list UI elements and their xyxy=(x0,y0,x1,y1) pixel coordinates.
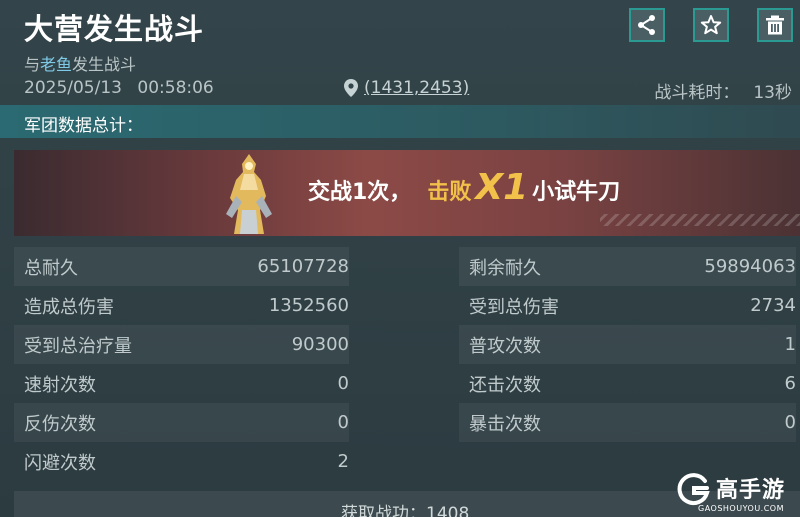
stat-label: 受到总治疗量 xyxy=(24,335,132,357)
battle-duration: 战斗耗时： 13秒 xyxy=(654,78,792,103)
stat-value: 6 xyxy=(784,373,796,394)
duration-label: 战斗耗时： xyxy=(654,83,740,103)
engagement-count: 交战1次， xyxy=(308,180,412,205)
site-watermark: 高手游 GAOSHOUYOU.COM xyxy=(676,470,800,517)
stat-label: 闪避次数 xyxy=(24,452,96,474)
stat-label: 还击次数 xyxy=(469,374,541,396)
stat-value: 65107728 xyxy=(257,256,349,277)
stat-value: 0 xyxy=(337,373,349,394)
section-header: 军团数据总计： xyxy=(0,105,800,138)
duration-value: 13秒 xyxy=(753,83,792,103)
location-coordinates-link[interactable]: (1431,2453) xyxy=(364,78,469,98)
watermark-domain: GAOSHOUYOU.COM xyxy=(698,504,785,513)
stat-value: 0 xyxy=(337,412,349,433)
battle-date: 2025/05/13 xyxy=(24,78,122,98)
stat-label: 普攻次数 xyxy=(469,335,541,357)
delete-button[interactable] xyxy=(757,8,793,42)
banner-stripes xyxy=(600,214,800,226)
stat-label: 反伤次数 xyxy=(24,413,96,435)
result-banner: 交战1次， 击败 X1 小试牛刀 xyxy=(14,150,800,236)
subtitle-prefix: 与 xyxy=(24,55,41,74)
stat-value: 2734 xyxy=(750,295,796,316)
rank-title: 小试牛刀 xyxy=(532,180,621,205)
stat-label: 速射次数 xyxy=(24,374,96,396)
battle-datetime: 2025/05/13 00:58:06 xyxy=(24,78,214,98)
stat-row: 受到总伤害 2734 xyxy=(459,286,796,325)
battle-report: 大营发生战斗 与老鱼发生战斗 2025/05/13 00:58:06 (1431… xyxy=(0,0,800,517)
battle-location[interactable]: (1431,2453) xyxy=(344,78,469,98)
battle-time: 00:58:06 xyxy=(137,78,214,98)
stat-row: 还击次数 6 xyxy=(459,364,796,403)
result-summary: 交战1次， 击败 X1 小试牛刀 xyxy=(308,167,621,208)
stat-label: 剩余耐久 xyxy=(469,257,541,279)
share-icon xyxy=(638,15,655,35)
stat-row: 普攻次数 1 xyxy=(459,325,796,364)
stat-row: 剩余耐久 59894063 xyxy=(459,247,796,286)
stat-label: 受到总伤害 xyxy=(469,296,559,318)
watermark-logo-icon xyxy=(677,473,710,506)
subtitle-suffix: 发生战斗 xyxy=(72,55,137,74)
stat-label: 造成总伤害 xyxy=(24,296,114,318)
share-button[interactable] xyxy=(629,8,665,42)
stat-label: 总耐久 xyxy=(24,257,78,279)
commander-portrait xyxy=(226,154,272,234)
stat-row: 速射次数 0 xyxy=(14,364,349,403)
stat-row: 造成总伤害 1352560 xyxy=(14,286,349,325)
location-pin-icon xyxy=(344,79,358,97)
star-icon xyxy=(700,15,722,35)
watermark-name: 高手游 xyxy=(716,478,786,503)
favorite-button[interactable] xyxy=(693,8,729,42)
stat-value: 90300 xyxy=(291,334,349,355)
stat-row: 受到总治疗量 90300 xyxy=(14,325,349,364)
stat-row: 总耐久 65107728 xyxy=(14,247,349,286)
stat-row: 反伤次数 0 xyxy=(14,403,349,442)
enemy-name-link[interactable]: 老鱼 xyxy=(40,55,72,74)
stat-value: 0 xyxy=(784,412,796,433)
merit-reward-text: 获取战功：1408 xyxy=(341,504,470,517)
section-title: 军团数据总计： xyxy=(24,116,143,136)
stat-value: 2 xyxy=(337,451,349,472)
page-title: 大营发生战斗 xyxy=(24,12,205,46)
stat-row: 闪避次数 2 xyxy=(14,442,349,481)
trash-icon xyxy=(766,15,784,35)
stat-value: 1352560 xyxy=(268,295,349,316)
defeat-label: 击败 xyxy=(427,180,472,205)
stat-row: 暴击次数 0 xyxy=(459,403,796,442)
battle-subtitle: 与老鱼发生战斗 xyxy=(24,51,136,75)
stat-value: 1 xyxy=(784,334,796,355)
stat-label: 暴击次数 xyxy=(469,413,541,435)
defeat-count: X1 xyxy=(475,167,529,208)
stat-value: 59894063 xyxy=(704,256,796,277)
